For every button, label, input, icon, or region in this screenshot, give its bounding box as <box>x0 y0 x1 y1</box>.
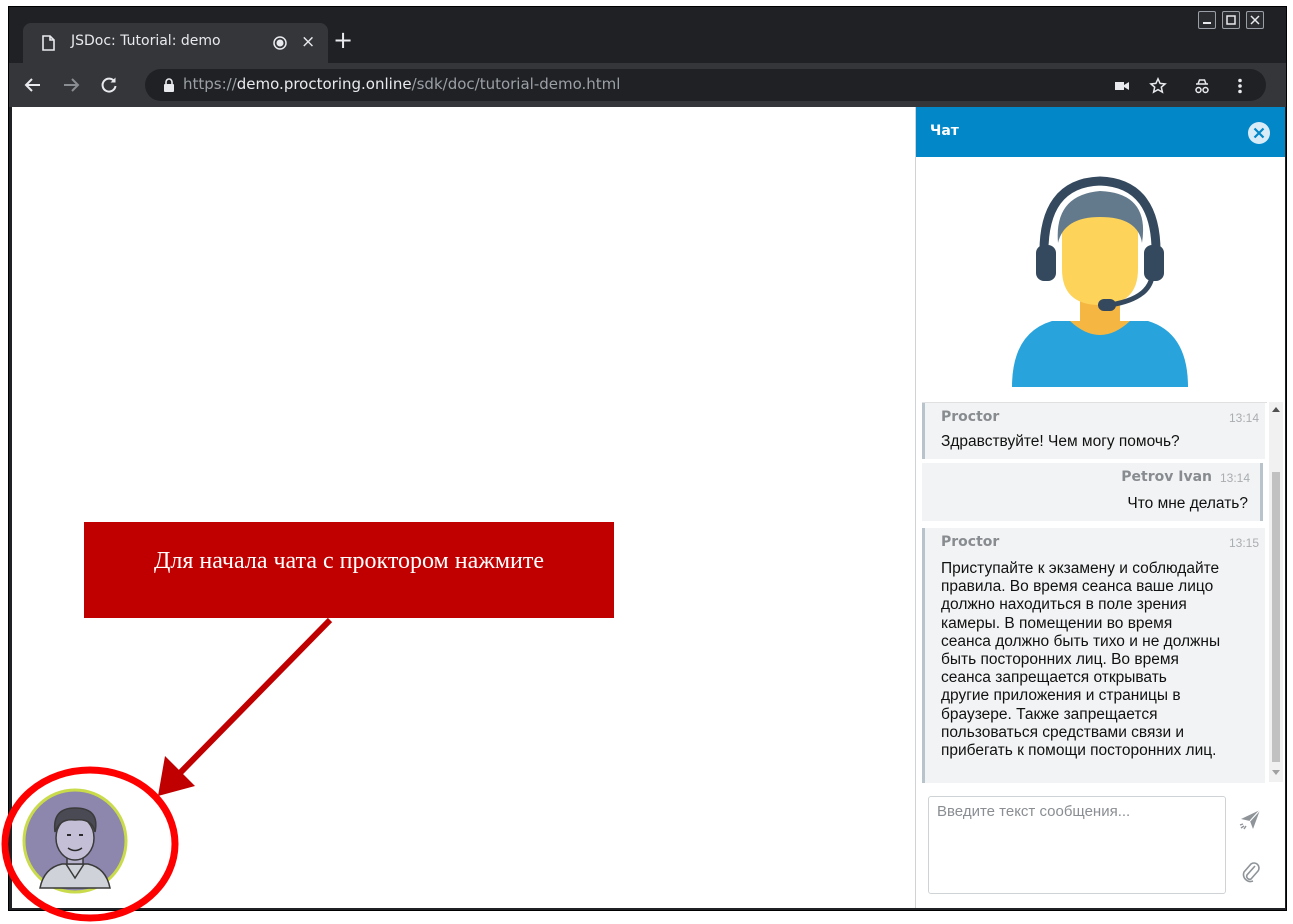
message-text: Приступайте к экзамену и соблюдайте прав… <box>941 560 1220 760</box>
reload-icon[interactable] <box>99 75 119 95</box>
chat-scrollbar[interactable] <box>1269 402 1283 782</box>
message-line: сеанса должно быть тихо и не должны <box>941 632 1221 650</box>
back-icon[interactable] <box>23 75 43 95</box>
recording-icon <box>273 36 287 50</box>
message-line: браузере. Также запрещается <box>941 705 1158 723</box>
message-author: Proctor <box>941 534 1000 550</box>
tab-strip: JSDoc: Tutorial: demo × + <box>9 7 1286 65</box>
message-line: другие приложения и страницы в <box>941 687 1181 705</box>
menu-icon[interactable] <box>1231 77 1249 95</box>
message-author: Proctor <box>941 409 1000 425</box>
message-time: 13:14 <box>1228 411 1259 425</box>
message-text: Здравствуйте! Чем могу помочь? <box>941 433 1180 451</box>
chat-header: Чат <box>916 107 1285 157</box>
message-input[interactable] <box>928 796 1226 894</box>
url-path: /sdk/doc/tutorial-demo.html <box>411 75 621 93</box>
chat-launcher-button[interactable] <box>22 788 128 894</box>
minimize-icon <box>1203 22 1211 24</box>
message-line: быть посторонних лиц. Во время <box>941 651 1179 669</box>
new-tab-button[interactable]: + <box>333 27 353 53</box>
send-icon[interactable] <box>1238 807 1262 831</box>
attach-icon[interactable] <box>1240 859 1260 883</box>
chat-title: Чат <box>930 123 959 139</box>
url-scheme: https:// <box>183 75 237 93</box>
scroll-down-icon[interactable] <box>1272 768 1280 776</box>
instruction-callout: Для начала чата с проктором нажмите <box>84 522 614 618</box>
page-content: Чат Proctor 13:14 Здравствуйте! Чем могу… <box>12 107 1285 908</box>
message-line: прибегать к помощи посторонних лиц. <box>941 742 1217 760</box>
tab-close-button[interactable]: × <box>301 32 315 52</box>
chat-close-icon[interactable] <box>1246 120 1272 146</box>
camera-icon[interactable] <box>1113 77 1131 95</box>
tab-title: JSDoc: Tutorial: demo <box>71 33 221 49</box>
browser-tab[interactable]: JSDoc: Tutorial: demo × <box>23 23 328 63</box>
message-list[interactable]: Proctor 13:14 Здравствуйте! Чем могу пом… <box>922 402 1267 783</box>
user-avatar-icon <box>22 788 128 894</box>
lock-icon <box>164 78 174 92</box>
browser-toolbar: https://demo.proctoring.online/sdk/doc/t… <box>9 63 1286 107</box>
message-text: Что мне делать? <box>1127 495 1248 513</box>
message-author: Petrov Ivan <box>1121 469 1212 485</box>
url-text: https://demo.proctoring.online/sdk/doc/t… <box>183 75 620 93</box>
message-line: правила. Во время сеанса ваше лицо <box>941 578 1214 596</box>
minimize-button[interactable] <box>1198 11 1216 29</box>
message-time: 13:15 <box>1228 536 1259 550</box>
message-line: камеры. В помещении во время <box>941 614 1173 632</box>
message-item: Proctor 13:15 Приступайте к экзамену и с… <box>922 528 1265 783</box>
message-line: Здравствуйте! Чем могу помочь? <box>941 433 1180 450</box>
star-icon[interactable] <box>1149 77 1167 95</box>
message-line: Что мне делать? <box>1127 495 1248 512</box>
incognito-icon[interactable] <box>1193 77 1211 95</box>
message-item: Proctor 13:14 Здравствуйте! Чем могу пом… <box>922 403 1265 459</box>
close-window-button[interactable] <box>1246 11 1264 29</box>
message-line: сеанса запрещается открывать <box>941 669 1167 687</box>
maximize-button[interactable] <box>1222 11 1240 29</box>
maximize-icon <box>1226 15 1236 25</box>
message-item: Petrov Ivan 13:14 Что мне делать? <box>922 463 1263 521</box>
page-icon <box>42 35 55 51</box>
message-line: должно находиться в поле зрения <box>941 596 1187 614</box>
scroll-thumb[interactable] <box>1272 472 1280 762</box>
scroll-up-icon[interactable] <box>1272 406 1280 414</box>
close-window-icon <box>1250 15 1260 25</box>
url-host: demo.proctoring.online <box>236 75 412 93</box>
operator-avatar-icon <box>1012 176 1188 387</box>
callout-text: Для начала чата с проктором нажмите <box>153 548 544 574</box>
forward-icon[interactable] <box>61 75 81 95</box>
message-time: 13:14 <box>1219 471 1250 485</box>
message-line: пользоваться средствами связи и <box>941 723 1185 741</box>
message-line: Приступайте к экзамену и соблюдайте <box>941 560 1220 577</box>
chat-panel: Чат Proctor 13:14 Здравствуйте! Чем могу… <box>915 107 1285 908</box>
address-bar[interactable]: https://demo.proctoring.online/sdk/doc/t… <box>145 69 1266 101</box>
